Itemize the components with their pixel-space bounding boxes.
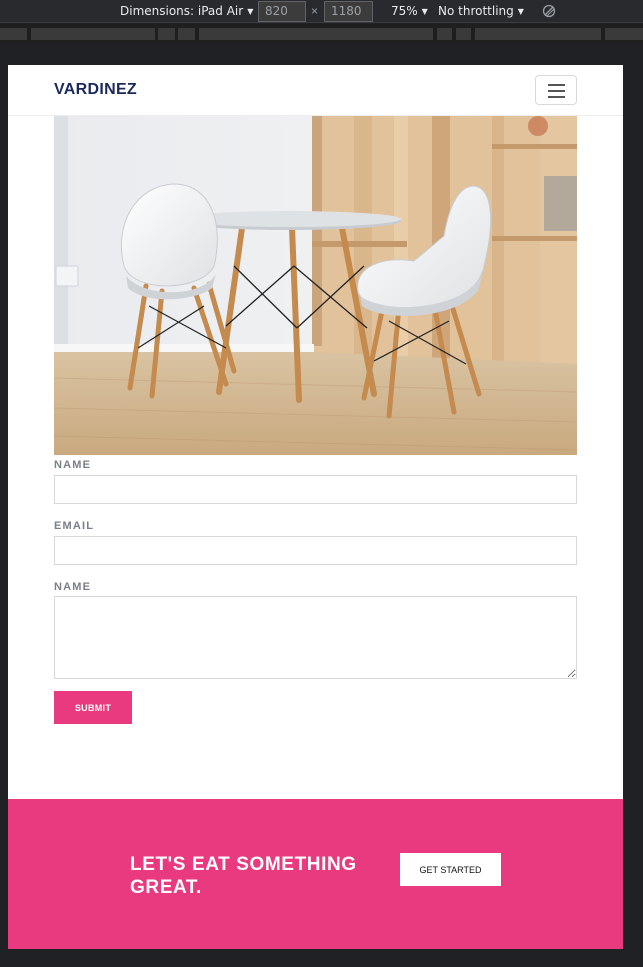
- device-select[interactable]: Dimensions: iPad Air ▼: [120, 0, 253, 23]
- hamburger-icon: [548, 84, 565, 86]
- navbar: VARDINEZ: [8, 65, 623, 116]
- email-input[interactable]: [54, 536, 577, 565]
- name-input[interactable]: [54, 475, 577, 504]
- hero-image: [54, 116, 577, 455]
- height-input[interactable]: 1180: [324, 1, 373, 22]
- chevron-down-icon: ▼: [517, 7, 524, 16]
- menu-toggle-button[interactable]: [535, 75, 577, 105]
- throttling-select-label: No throttling: [438, 4, 514, 18]
- rotate-icon[interactable]: [542, 4, 556, 18]
- width-input[interactable]: 820: [258, 1, 306, 22]
- cta-heading: LET'S EAT SOMETHING GREAT.: [130, 854, 357, 898]
- devtools-device-toolbar: Dimensions: iPad Air ▼ 820 × 1180 75% ▼ No…: [0, 0, 643, 23]
- chevron-down-icon: ▼: [421, 7, 428, 16]
- zoom-select-label: 75%: [391, 4, 418, 18]
- chevron-down-icon: ▼: [247, 7, 254, 16]
- name-label: NAME: [54, 459, 92, 471]
- get-started-button[interactable]: GET STARTED: [400, 853, 501, 886]
- device-select-label: Dimensions: iPad Air: [120, 4, 244, 18]
- throttling-select[interactable]: No throttling ▼: [438, 0, 524, 23]
- zoom-select[interactable]: 75% ▼: [391, 0, 428, 23]
- submit-button[interactable]: SUBMIT: [54, 691, 132, 724]
- times-symbol: ×: [311, 4, 319, 18]
- cta-section: LET'S EAT SOMETHING GREAT. GET STARTED: [8, 799, 623, 949]
- message-label: NAME: [54, 581, 92, 593]
- page-viewport: VARDINEZ NAME EMAIL NAME SUBMIT LET'S EA…: [8, 65, 623, 949]
- media-query-bar[interactable]: [0, 24, 643, 42]
- email-label: EMAIL: [54, 520, 95, 532]
- message-textarea[interactable]: [54, 596, 577, 679]
- brand-logo[interactable]: VARDINEZ: [54, 81, 137, 99]
